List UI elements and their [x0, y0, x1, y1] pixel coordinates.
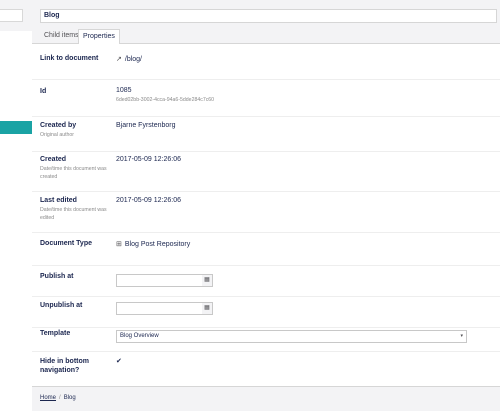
breadcrumb-separator: /	[59, 395, 61, 401]
row-created-by: Created by Original author Bjarne Fyrste…	[32, 117, 500, 152]
created-by-label: Created by	[40, 122, 77, 129]
created-desc: Date/time this document was created	[40, 166, 107, 180]
breadcrumb-home[interactable]: Home	[40, 395, 56, 401]
publish-at-input[interactable]	[116, 274, 203, 287]
created-label: Created	[40, 156, 67, 163]
link-label: Link to document	[40, 55, 99, 62]
template-selected-value: Blog Overview	[120, 333, 159, 339]
row-id: Id 1085 6ded02bb-3002-4cca-94a6-5dde284c…	[32, 80, 500, 117]
created-by-desc: Original author	[40, 132, 75, 138]
publish-at-label: Publish at	[40, 273, 74, 280]
hide-navigation-label-line1: Hide in bottom	[40, 358, 89, 365]
hide-navigation-label-line2: navigation?	[40, 367, 80, 374]
properties-panel: Link to document ↗/blog/ Id 1085 6ded02b…	[32, 44, 500, 386]
row-last-edited: Last edited Date/time this document was …	[32, 192, 500, 233]
content-tree-panel	[0, 0, 33, 410]
last-edited-value: 2017-05-09 12:26:06	[116, 197, 181, 204]
row-unpublish-at: Unpublish at ▦	[32, 297, 500, 328]
created-by-value: Bjarne Fyrstenborg	[116, 122, 176, 129]
row-hide-navigation: Hide in bottom navigation? ✔	[32, 352, 500, 386]
tab-child-items[interactable]: Child items	[40, 29, 83, 42]
id-guid: 6ded02bb-3002-4cca-94a6-5dde284c7c60	[116, 97, 215, 103]
row-link: Link to document ↗/blog/	[32, 44, 500, 80]
row-created: Created Date/time this document was crea…	[32, 152, 500, 192]
last-edited-desc: Date/time this document was edited	[40, 207, 107, 221]
link-value[interactable]: /blog/	[125, 56, 142, 63]
hide-navigation-checkbox[interactable]: ✔	[116, 357, 122, 365]
id-label: Id	[40, 88, 47, 95]
caret-down-icon: ▾	[460, 333, 463, 339]
row-template: Template Blog Overview ▾	[32, 328, 500, 352]
template-select[interactable]: Blog Overview ▾	[116, 330, 467, 343]
editor-footer: Home / Blog	[32, 386, 500, 411]
id-value: 1085	[116, 87, 132, 94]
document-type-value[interactable]: Blog Post Repository	[125, 241, 190, 248]
unpublish-at-label: Unpublish at	[40, 302, 83, 309]
link-to-document[interactable]: ↗/blog/	[116, 55, 142, 63]
grid-icon: ⊞	[116, 241, 122, 248]
document-name-input[interactable]: Blog	[40, 9, 497, 23]
unpublish-at-input[interactable]	[116, 302, 203, 315]
row-publish-at: Publish at ▦	[32, 266, 500, 297]
template-label: Template	[40, 330, 71, 337]
document-type-label: Document Type	[40, 240, 92, 247]
document-type-link[interactable]: ⊞ Blog Post Repository	[116, 240, 190, 248]
created-value: 2017-05-09 12:26:06	[116, 156, 181, 163]
breadcrumb: Home / Blog	[40, 395, 76, 401]
hide-navigation-label: Hide in bottom navigation?	[40, 357, 89, 375]
tree-item-selected[interactable]	[0, 121, 32, 134]
last-edited-label: Last edited	[40, 197, 77, 204]
tab-properties[interactable]: Properties	[78, 29, 120, 44]
row-document-type: Document Type ⊞ Blog Post Repository	[32, 233, 500, 266]
calendar-icon[interactable]: ▦	[202, 274, 213, 287]
calendar-icon[interactable]: ▦	[202, 302, 213, 315]
checkmark-icon: ✔	[116, 358, 122, 365]
editor-header: Blog Child items Properties	[32, 0, 500, 44]
external-link-icon: ↗	[116, 56, 122, 63]
tree-search-input[interactable]	[0, 9, 23, 22]
breadcrumb-current: Blog	[63, 395, 76, 401]
